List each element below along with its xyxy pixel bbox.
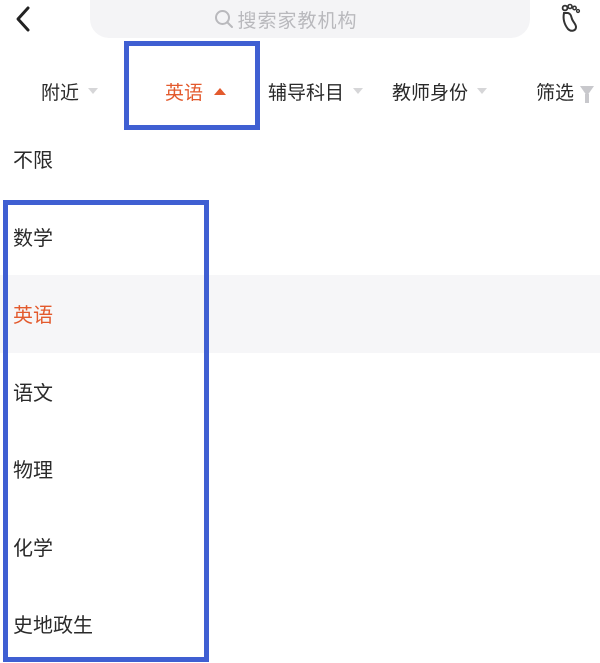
back-button[interactable]	[6, 2, 40, 36]
filter-screen-label: 筛选	[536, 81, 575, 104]
caret-down-icon	[88, 88, 99, 94]
filter-tutoring-subject-label: 辅导科目	[268, 81, 345, 104]
footprint-icon	[561, 3, 581, 32]
footprint-button[interactable]	[552, 0, 588, 36]
filter-teacher-identity[interactable]: 教师身份	[392, 62, 488, 120]
caret-down-icon	[353, 88, 364, 94]
search-inner: 搜索家教机构	[214, 6, 357, 33]
filter-bar: 附近 英语 辅导科目 教师身份 筛选	[0, 62, 600, 120]
caret-down-icon	[477, 88, 488, 94]
search-icon	[215, 10, 234, 28]
annotation-box-tab	[124, 41, 260, 130]
filter-nearby-label: 附近	[41, 81, 80, 104]
filter-teacher-identity-label: 教师身份	[392, 81, 469, 104]
filter-tutoring-subject[interactable]: 辅导科目	[268, 62, 364, 120]
search-input[interactable]: 搜索家教机构	[90, 0, 530, 38]
funnel-icon	[580, 86, 595, 103]
search-placeholder: 搜索家教机构	[237, 9, 358, 32]
filter-nearby[interactable]: 附近	[41, 62, 99, 120]
chevron-left-icon	[16, 6, 30, 32]
filter-screen[interactable]: 筛选	[536, 62, 595, 120]
annotation-box-list	[3, 200, 209, 662]
top-bar: 搜索家教机构	[0, 0, 600, 44]
option-unlimited[interactable]: 不限	[0, 120, 600, 198]
